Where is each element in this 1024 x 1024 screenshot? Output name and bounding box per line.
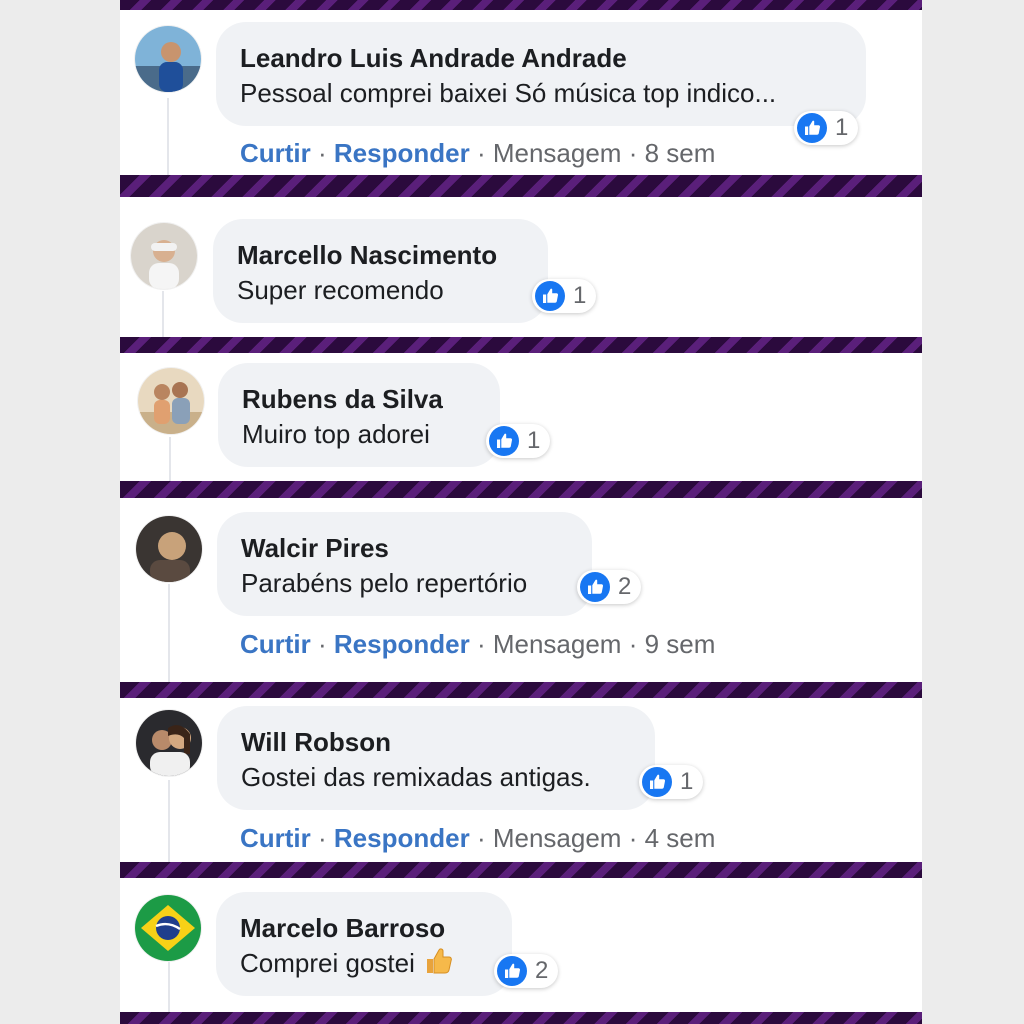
- thread-line: [162, 291, 164, 337]
- comment-panel: Walcir Pires Parabéns pelo repertório 2 …: [120, 498, 922, 682]
- message-link[interactable]: Mensagem: [493, 823, 622, 853]
- separator: ·: [628, 629, 645, 659]
- avatar[interactable]: [135, 26, 201, 92]
- comment-panel: Leandro Luis Andrade Andrade Pessoal com…: [120, 10, 922, 175]
- message-link[interactable]: Mensagem: [493, 629, 622, 659]
- separator: ·: [318, 629, 334, 659]
- thread-line: [169, 437, 171, 481]
- separator: ·: [318, 823, 334, 853]
- comment-actions: Curtir · Responder · Mensagem · 4 sem: [240, 823, 715, 853]
- divider: [120, 481, 922, 498]
- separator: ·: [476, 629, 493, 659]
- comment-bubble: Rubens da Silva Muiro top adorei: [218, 363, 500, 467]
- like-count: 2: [618, 573, 632, 600]
- comment-text: Pessoal comprei baixei Só música top ind…: [240, 78, 777, 108]
- divider: [120, 682, 922, 698]
- comment-text: Gostei das remixadas antigas.: [241, 762, 591, 792]
- divider: [120, 0, 922, 10]
- reaction-count[interactable]: 1: [532, 279, 597, 313]
- like-count: 1: [835, 114, 849, 141]
- comment-author[interactable]: Leandro Luis Andrade Andrade: [240, 41, 842, 75]
- reply-button[interactable]: Responder: [334, 629, 470, 659]
- divider: [120, 337, 922, 353]
- comment-text-value: Comprei gostei: [240, 948, 415, 978]
- avatar[interactable]: [135, 895, 201, 961]
- comments-feed: Leandro Luis Andrade Andrade Pessoal com…: [120, 0, 922, 1024]
- timestamp[interactable]: 4 sem: [645, 823, 716, 853]
- like-icon: [489, 426, 519, 456]
- like-button[interactable]: Curtir: [240, 138, 311, 168]
- comment-text: Comprei gostei: [240, 945, 488, 981]
- timestamp[interactable]: 9 sem: [645, 629, 716, 659]
- like-count: 1: [573, 282, 587, 309]
- thread-line: [168, 962, 170, 1012]
- like-count: 1: [680, 768, 694, 795]
- comment-actions: Curtir · Responder · Mensagem · 9 sem: [240, 629, 715, 659]
- thread-line: [167, 98, 169, 175]
- comment-bubble: Will Robson Gostei das remixadas antigas…: [217, 706, 655, 810]
- reaction-count[interactable]: 1: [639, 765, 704, 799]
- reply-button[interactable]: Responder: [334, 138, 470, 168]
- reaction-count[interactable]: 2: [494, 954, 559, 988]
- avatar[interactable]: [138, 368, 204, 434]
- comment-panel: Marcello Nascimento Super recomendo 1: [120, 197, 922, 337]
- comment-bubble: Marcelo Barroso Comprei gostei: [216, 892, 512, 996]
- comment-bubble: Marcello Nascimento Super recomendo: [213, 219, 548, 323]
- comment-panel: Will Robson Gostei das remixadas antigas…: [120, 698, 922, 862]
- thread-line: [168, 584, 170, 682]
- avatar[interactable]: [136, 710, 202, 776]
- like-icon: [580, 572, 610, 602]
- comment-panel: Marcelo Barroso Comprei gostei 2: [120, 878, 922, 1012]
- comment-actions: Curtir · Responder · Mensagem · 8 sem: [240, 138, 715, 168]
- comment-author[interactable]: Marcello Nascimento: [237, 238, 524, 272]
- like-count: 1: [527, 427, 541, 454]
- thread-line: [168, 780, 170, 862]
- separator: ·: [628, 823, 645, 853]
- thumbs-up-icon: [426, 948, 452, 974]
- like-button[interactable]: Curtir: [240, 823, 311, 853]
- divider: [120, 1012, 922, 1024]
- avatar[interactable]: [131, 223, 197, 289]
- reaction-count[interactable]: 1: [794, 111, 859, 145]
- like-icon: [642, 767, 672, 797]
- comment-text: Parabéns pelo repertório: [241, 568, 528, 598]
- message-link[interactable]: Mensagem: [493, 138, 622, 168]
- reaction-count[interactable]: 1: [486, 424, 551, 458]
- comment-text: Super recomendo: [237, 275, 444, 305]
- comment-bubble: Leandro Luis Andrade Andrade Pessoal com…: [216, 22, 866, 126]
- comment-author[interactable]: Rubens da Silva: [242, 382, 476, 416]
- separator: ·: [476, 823, 493, 853]
- timestamp[interactable]: 8 sem: [645, 138, 716, 168]
- like-count: 2: [535, 957, 549, 984]
- reaction-count[interactable]: 2: [577, 570, 642, 604]
- separator: ·: [476, 138, 493, 168]
- separator: ·: [318, 138, 334, 168]
- comment-author[interactable]: Walcir Pires: [241, 531, 568, 565]
- divider: [120, 862, 922, 878]
- comment-bubble: Walcir Pires Parabéns pelo repertório: [217, 512, 592, 616]
- like-icon: [797, 113, 827, 143]
- like-button[interactable]: Curtir: [240, 629, 311, 659]
- separator: ·: [628, 138, 645, 168]
- comment-text: Muiro top adorei: [242, 419, 430, 449]
- divider: [120, 175, 922, 197]
- like-icon: [497, 956, 527, 986]
- avatar[interactable]: [136, 516, 202, 582]
- comment-author[interactable]: Will Robson: [241, 725, 631, 759]
- reply-button[interactable]: Responder: [334, 823, 470, 853]
- comment-author[interactable]: Marcelo Barroso: [240, 911, 488, 945]
- comment-panel: Rubens da Silva Muiro top adorei 1: [120, 353, 922, 481]
- like-icon: [535, 281, 565, 311]
